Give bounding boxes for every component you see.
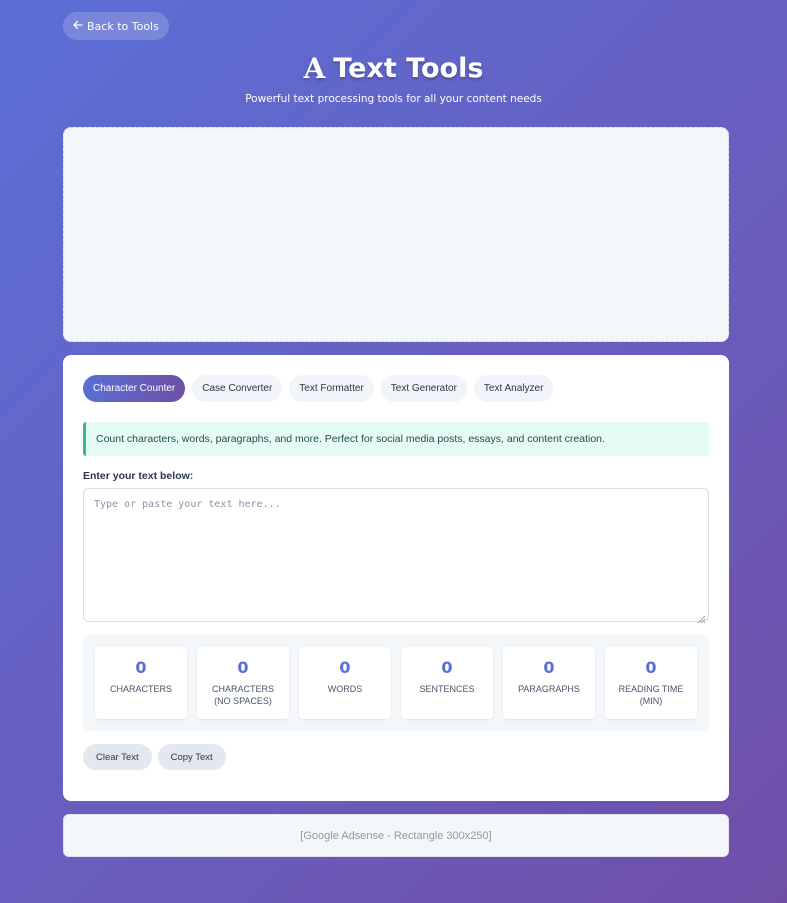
copy-text-button[interactable]: Copy Text	[157, 744, 226, 770]
clear-text-button[interactable]: Clear Text	[83, 744, 152, 770]
page-header: A Text Tools Powerful text processing to…	[0, 52, 787, 105]
tab-text-formatter[interactable]: Text Formatter	[289, 375, 374, 402]
stat-sentences: 0 Sentences	[401, 647, 493, 719]
tool-tabs: Character Counter Case Converter Text Fo…	[83, 375, 709, 402]
ad-banner-top	[63, 127, 729, 342]
text-input-wrapper	[83, 488, 709, 624]
back-to-tools-label: Back to Tools	[87, 19, 159, 33]
stat-label: Characters	[109, 684, 172, 694]
stat-value: 0	[543, 658, 555, 677]
tab-text-analyzer[interactable]: Text Analyzer	[473, 375, 554, 402]
stat-characters: 0 Characters	[95, 647, 187, 719]
ad-banner-bottom: [Google Adsense - Rectangle 300x250]	[63, 814, 729, 857]
page-title: A Text Tools	[0, 52, 787, 85]
resize-handle-icon[interactable]	[696, 609, 706, 624]
ad-placeholder-text: [Google Adsense - Rectangle 300x250]	[300, 829, 492, 842]
info-banner-text: Count characters, words, paragraphs, and…	[96, 433, 605, 445]
stat-reading-time: 0 Reading Time (min)	[605, 647, 697, 719]
tab-character-counter[interactable]: Character Counter	[83, 375, 186, 402]
stat-paragraphs: 0 Paragraphs	[503, 647, 595, 719]
arrow-left-icon	[73, 20, 83, 33]
stat-value: 0	[135, 658, 147, 677]
stat-value: 0	[645, 658, 657, 677]
text-input-label: Enter your text below:	[83, 470, 194, 482]
stat-value: 0	[339, 658, 351, 677]
stat-value: 0	[441, 658, 453, 677]
stat-label: Paragraphs	[518, 684, 580, 694]
letter-a-icon: A	[303, 52, 326, 85]
stat-label: Words	[327, 684, 363, 694]
page-title-text: Text Tools	[333, 53, 484, 84]
stats-panel: 0 Characters 0 Characters (No Spaces) 0 …	[83, 635, 709, 731]
tab-case-converter[interactable]: Case Converter	[192, 375, 283, 402]
info-banner: Count characters, words, paragraphs, and…	[83, 422, 709, 456]
stat-label: Sentences	[419, 684, 475, 694]
tab-text-generator[interactable]: Text Generator	[380, 375, 467, 402]
tool-card: Character Counter Case Converter Text Fo…	[63, 355, 729, 801]
page-subtitle: Powerful text processing tools for all y…	[245, 93, 542, 105]
stat-label: Reading Time (min)	[618, 684, 684, 706]
stat-value: 0	[237, 658, 249, 677]
back-to-tools-button[interactable]: Back to Tools	[63, 12, 169, 40]
action-buttons: Clear Text Copy Text	[83, 744, 709, 770]
stat-label: Characters (No Spaces)	[211, 684, 274, 706]
stat-words: 0 Words	[299, 647, 391, 719]
text-input[interactable]	[83, 488, 709, 622]
stat-characters-no-spaces: 0 Characters (No Spaces)	[197, 647, 289, 719]
